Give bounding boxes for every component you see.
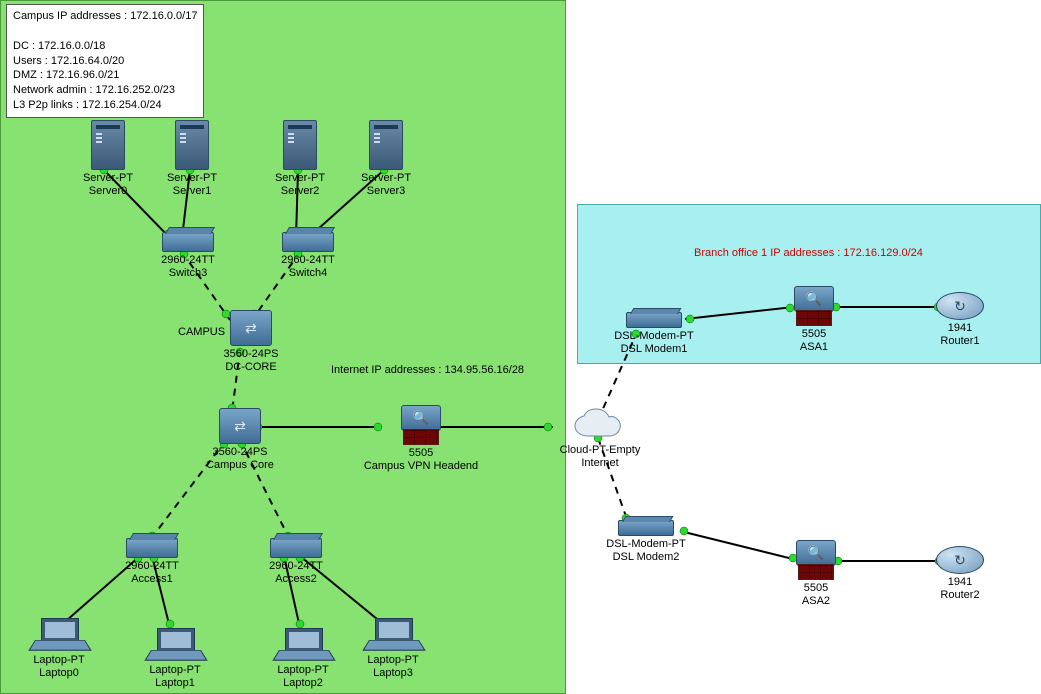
- device-model: Laptop-PT: [367, 654, 418, 666]
- device-model: 3560-24PS: [212, 446, 267, 458]
- device-model: Cloud-PT-Empty: [560, 444, 641, 456]
- device-model: 2960-24TT: [125, 560, 179, 572]
- device-name: Laptop1: [155, 677, 195, 689]
- device-router2[interactable]: 1941Router2: [930, 546, 990, 601]
- device-asa1[interactable]: 🔍 5505ASA1: [784, 286, 844, 353]
- device-dc-core[interactable]: 3560-24PSDC-CORE: [216, 310, 286, 373]
- device-server3[interactable]: Server-PTServer3: [356, 120, 416, 197]
- device-asa2[interactable]: 🔍 5505ASA2: [786, 540, 846, 607]
- device-model: 5505: [802, 328, 826, 340]
- laptop-icon: [35, 618, 83, 652]
- device-model: 5505: [804, 582, 828, 594]
- device-model: Laptop-PT: [33, 654, 84, 666]
- server-icon: [91, 120, 125, 170]
- device-model: 1941: [948, 322, 972, 334]
- device-name: Switch4: [289, 267, 328, 279]
- device-name: Switch3: [169, 267, 208, 279]
- server-icon: [283, 120, 317, 170]
- device-model: Server-PT: [275, 172, 325, 184]
- firewall-icon: 🔍: [796, 540, 836, 580]
- modem-icon: [618, 520, 674, 536]
- device-model: Laptop-PT: [277, 664, 328, 676]
- device-name: Laptop0: [39, 667, 79, 679]
- label-branch-ip[interactable]: Branch office 1 IP addresses : 172.16.12…: [694, 247, 923, 259]
- device-name: Router2: [940, 589, 979, 601]
- device-model: Server-PT: [167, 172, 217, 184]
- device-model: Server-PT: [361, 172, 411, 184]
- server-icon: [175, 120, 209, 170]
- device-access2[interactable]: 2960-24TTAccess2: [256, 538, 336, 585]
- device-name: DC-CORE: [225, 361, 276, 373]
- device-model: Laptop-PT: [149, 664, 200, 676]
- device-dsl-modem1[interactable]: DSL-Modem-PTDSL Modem1: [604, 312, 704, 355]
- device-server1[interactable]: Server-PTServer1: [162, 120, 222, 197]
- device-model: Server-PT: [83, 172, 133, 184]
- router-icon: [936, 292, 984, 320]
- device-server2[interactable]: Server-PTServer2: [270, 120, 330, 197]
- device-name: Server3: [367, 185, 406, 197]
- cloud-icon: [570, 408, 630, 442]
- device-name: DSL Modem2: [613, 551, 680, 563]
- switch-icon: [126, 538, 178, 558]
- device-laptop1[interactable]: Laptop-PTLaptop1: [140, 628, 210, 689]
- device-name: ASA1: [800, 341, 828, 353]
- firewall-icon: 🔍: [794, 286, 834, 326]
- switch-icon: [162, 232, 214, 252]
- device-router1[interactable]: 1941Router1: [930, 292, 990, 347]
- device-access1[interactable]: 2960-24TTAccess1: [112, 538, 192, 585]
- device-name: Laptop2: [283, 677, 323, 689]
- device-model: 2960-24TT: [269, 560, 323, 572]
- device-campus-core[interactable]: 3560-24PSCampus Core: [200, 408, 280, 471]
- device-laptop0[interactable]: Laptop-PTLaptop0: [24, 618, 94, 679]
- router-icon: [936, 546, 984, 574]
- firewall-icon: 🔍: [401, 405, 441, 445]
- switch-icon: [282, 232, 334, 252]
- device-model: 5505: [409, 447, 433, 459]
- device-model: 3560-24PS: [223, 348, 278, 360]
- switch-icon: [270, 538, 322, 558]
- label-internet-ip[interactable]: Internet IP addresses : 134.95.56.16/28: [331, 364, 524, 376]
- device-cloud-internet[interactable]: Cloud-PT-EmptyInternet: [550, 408, 650, 469]
- device-name: Access2: [275, 573, 317, 585]
- device-name: Laptop3: [373, 667, 413, 679]
- device-laptop2[interactable]: Laptop-PTLaptop2: [268, 628, 338, 689]
- laptop-icon: [369, 618, 417, 652]
- device-dsl-modem2[interactable]: DSL-Modem-PTDSL Modem2: [596, 520, 696, 563]
- device-name: Router1: [940, 335, 979, 347]
- device-switch4[interactable]: 2960-24TTSwitch4: [268, 232, 348, 279]
- device-name: Server0: [89, 185, 128, 197]
- device-switch3[interactable]: 2960-24TTSwitch3: [148, 232, 228, 279]
- modem-icon: [626, 312, 682, 328]
- device-model: 2960-24TT: [161, 254, 215, 266]
- device-laptop3[interactable]: Laptop-PTLaptop3: [358, 618, 428, 679]
- device-model: 2960-24TT: [281, 254, 335, 266]
- l3switch-icon: [219, 408, 261, 444]
- device-name: ASA2: [802, 595, 830, 607]
- device-name: DSL Modem1: [621, 343, 688, 355]
- device-name: Access1: [131, 573, 173, 585]
- l3switch-icon: [230, 310, 272, 346]
- device-name: Campus VPN Headend: [364, 460, 478, 472]
- device-model: DSL-Modem-PT: [614, 330, 693, 342]
- device-vpn-headend[interactable]: 🔍 5505Campus VPN Headend: [356, 405, 486, 472]
- device-model: 1941: [948, 576, 972, 588]
- laptop-icon: [151, 628, 199, 662]
- device-name: Server2: [281, 185, 320, 197]
- device-name: Server1: [173, 185, 212, 197]
- device-server0[interactable]: Server-PTServer0: [78, 120, 138, 197]
- server-icon: [369, 120, 403, 170]
- device-name: Internet: [581, 457, 618, 469]
- device-name: Campus Core: [206, 459, 274, 471]
- laptop-icon: [279, 628, 327, 662]
- note-campus-ip[interactable]: Campus IP addresses : 172.16.0.0/17 DC :…: [6, 4, 204, 118]
- topology-canvas[interactable]: Campus IP addresses : 172.16.0.0/17 DC :…: [0, 0, 1041, 694]
- device-model: DSL-Modem-PT: [606, 538, 685, 550]
